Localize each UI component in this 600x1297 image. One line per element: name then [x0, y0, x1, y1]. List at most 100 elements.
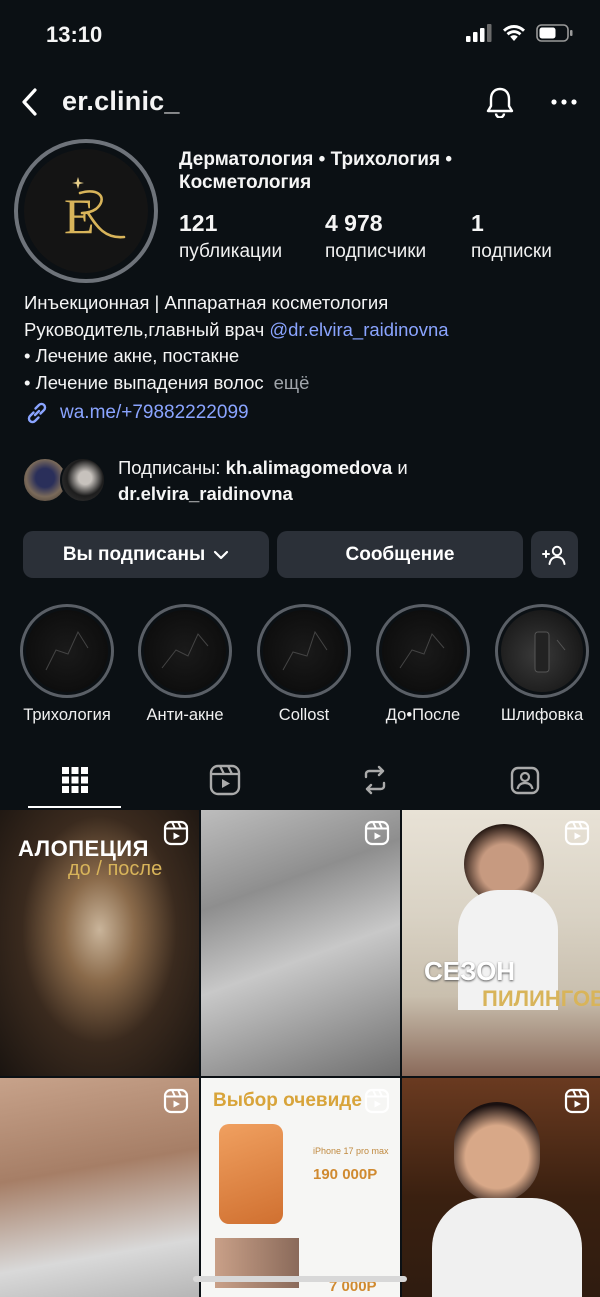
- highlight-item[interactable]: Трихология: [12, 604, 122, 725]
- tab-reels[interactable]: [150, 752, 300, 808]
- message-button[interactable]: Сообщение: [277, 531, 523, 578]
- mutual-user-link[interactable]: kh.alimagomedova: [226, 457, 393, 478]
- tagged-person-icon: [510, 766, 540, 795]
- highlight-item[interactable]: Анти-акне: [130, 604, 240, 725]
- post-tile[interactable]: [201, 810, 400, 1076]
- stat-label: подписчики: [325, 241, 427, 262]
- highlight-cover: [501, 610, 583, 692]
- profile-category: Дерматология • Трихология • Косметология: [179, 149, 452, 193]
- post-photo-subject: [432, 1198, 582, 1297]
- highlight-item[interactable]: Collost: [249, 604, 359, 725]
- tab-posts-grid[interactable]: [0, 752, 150, 808]
- highlight-label: Анти-акне: [146, 706, 224, 724]
- post-tile[interactable]: АЛОПЕЦИЯ до / после: [0, 810, 199, 1076]
- mutual-followers-text: Подписаны: kh.alimagomedova и dr.elvira_…: [118, 455, 408, 507]
- post-subtitle: ПИЛИНГОВ: [482, 986, 600, 1011]
- post-subtitle: до / после: [68, 858, 163, 880]
- reel-icon: [163, 1088, 189, 1114]
- add-person-icon: [541, 545, 565, 565]
- link-text: wa.me/+79882222099: [60, 402, 249, 423]
- profile-header: er.clinic_: [0, 78, 600, 126]
- stat-value: 1: [471, 210, 484, 236]
- reel-icon: [364, 820, 390, 846]
- back-button[interactable]: [14, 84, 44, 120]
- chevron-left-icon: [22, 88, 37, 116]
- story-highlights: Трихология Анти-акне Collost До•После Шл…: [0, 604, 600, 734]
- bio-more-button[interactable]: ещё: [274, 372, 310, 393]
- tab-reposts[interactable]: [300, 752, 450, 808]
- chevron-down-icon: [214, 550, 229, 559]
- highlight-item[interactable]: До•После: [368, 604, 478, 725]
- following-label: Вы подписаны: [62, 543, 206, 565]
- status-bar: 13:10: [0, 0, 600, 70]
- highlight-label: До•После: [385, 706, 461, 724]
- wifi-icon: [503, 25, 525, 41]
- post-price: 190 000Р: [313, 1166, 378, 1183]
- bio-text: • Лечение выпадения волос: [24, 371, 264, 393]
- clinic-logo: E: [24, 149, 148, 273]
- highlight-ring: [138, 604, 232, 698]
- status-time: 13:10: [46, 22, 103, 47]
- highlight-cover: [26, 610, 108, 692]
- post-tile[interactable]: СЕЗОН ПИЛИНГОВ: [402, 810, 600, 1076]
- signal-icon: [466, 24, 492, 42]
- highlight-line-art: [534, 631, 566, 673]
- tab-tagged[interactable]: [450, 752, 600, 808]
- followed-conj: и: [392, 457, 408, 478]
- suggested-users-button[interactable]: [531, 531, 578, 578]
- stat-value: 4 978: [325, 210, 383, 236]
- home-indicator[interactable]: [193, 1276, 407, 1282]
- stat-followers[interactable]: 4 978 подписчики: [325, 210, 426, 263]
- reel-icon: [364, 1088, 390, 1114]
- bio-line: Руководитель,главный врач @dr.elvira_rai…: [24, 317, 584, 344]
- profile-link[interactable]: wa.me/+79882222099: [24, 400, 249, 426]
- post-product-image: [219, 1124, 283, 1224]
- link-icon: [27, 402, 47, 424]
- stat-value: 121: [179, 210, 218, 236]
- profile-username: er.clinic_: [62, 86, 180, 116]
- highlight-ring: [495, 604, 589, 698]
- posts-grid: АЛОПЕЦИЯ до / после СЕЗОН ПИЛИНГОВ Выбор…: [0, 810, 600, 1297]
- mutual-user-link[interactable]: dr.elvira_raidinovna: [118, 483, 293, 504]
- bio-text: Руководитель,главный врач: [24, 318, 270, 340]
- post-tile[interactable]: [402, 1078, 600, 1297]
- post-product-name: iPhone 17 pro max: [313, 1146, 389, 1156]
- post-photo-subject: [454, 1102, 540, 1202]
- reels-icon: [209, 764, 241, 796]
- stat-label: публикации: [179, 241, 283, 262]
- followed-prefix: Подписаны:: [118, 457, 226, 478]
- reel-icon: [564, 1088, 590, 1114]
- highlight-cover: [144, 610, 226, 692]
- highlight-label: Collost: [278, 706, 330, 724]
- bio-line: • Лечение выпадения волос ещё: [24, 370, 584, 397]
- bell-icon: [486, 87, 514, 118]
- profile-bio: Инъекционная | Аппаратная косметология Р…: [24, 290, 584, 396]
- bio-mention-link[interactable]: @dr.elvira_raidinovna: [269, 319, 448, 340]
- bio-line: • Лечение акне, постакне: [24, 345, 240, 366]
- post-title: Выбор очевиде: [213, 1090, 362, 1111]
- highlight-label: Трихология: [23, 706, 111, 724]
- message-label: Сообщение: [345, 543, 455, 565]
- highlight-cover: [263, 610, 345, 692]
- profile-avatar[interactable]: E: [14, 139, 158, 283]
- avatar: [60, 457, 106, 503]
- more-options-button[interactable]: [546, 84, 582, 120]
- following-button[interactable]: Вы подписаны: [23, 531, 269, 578]
- highlight-line-art: [161, 633, 209, 669]
- notifications-button[interactable]: [482, 84, 518, 120]
- highlight-ring: [257, 604, 351, 698]
- highlight-ring: [20, 604, 114, 698]
- post-tile[interactable]: [0, 1078, 199, 1297]
- status-icons: [466, 24, 574, 42]
- er-logo-icon: E: [64, 177, 126, 244]
- stat-following[interactable]: 1 подписки: [471, 210, 552, 263]
- stat-posts[interactable]: 121 публикации: [179, 210, 282, 263]
- bio-line: Инъекционная | Аппаратная косметология: [24, 292, 389, 313]
- post-title: СЕЗОН: [424, 956, 516, 986]
- highlight-item[interactable]: Шлифовка: [487, 604, 597, 725]
- highlight-ring: [376, 604, 470, 698]
- highlight-line-art: [45, 630, 89, 671]
- highlight-label: Шлифовка: [500, 706, 584, 724]
- mutual-followers[interactable]: Подписаны: kh.alimagomedova и dr.elvira_…: [22, 455, 582, 507]
- post-tile[interactable]: Выбор очевиде iPhone 17 pro max 190 000Р…: [201, 1078, 400, 1297]
